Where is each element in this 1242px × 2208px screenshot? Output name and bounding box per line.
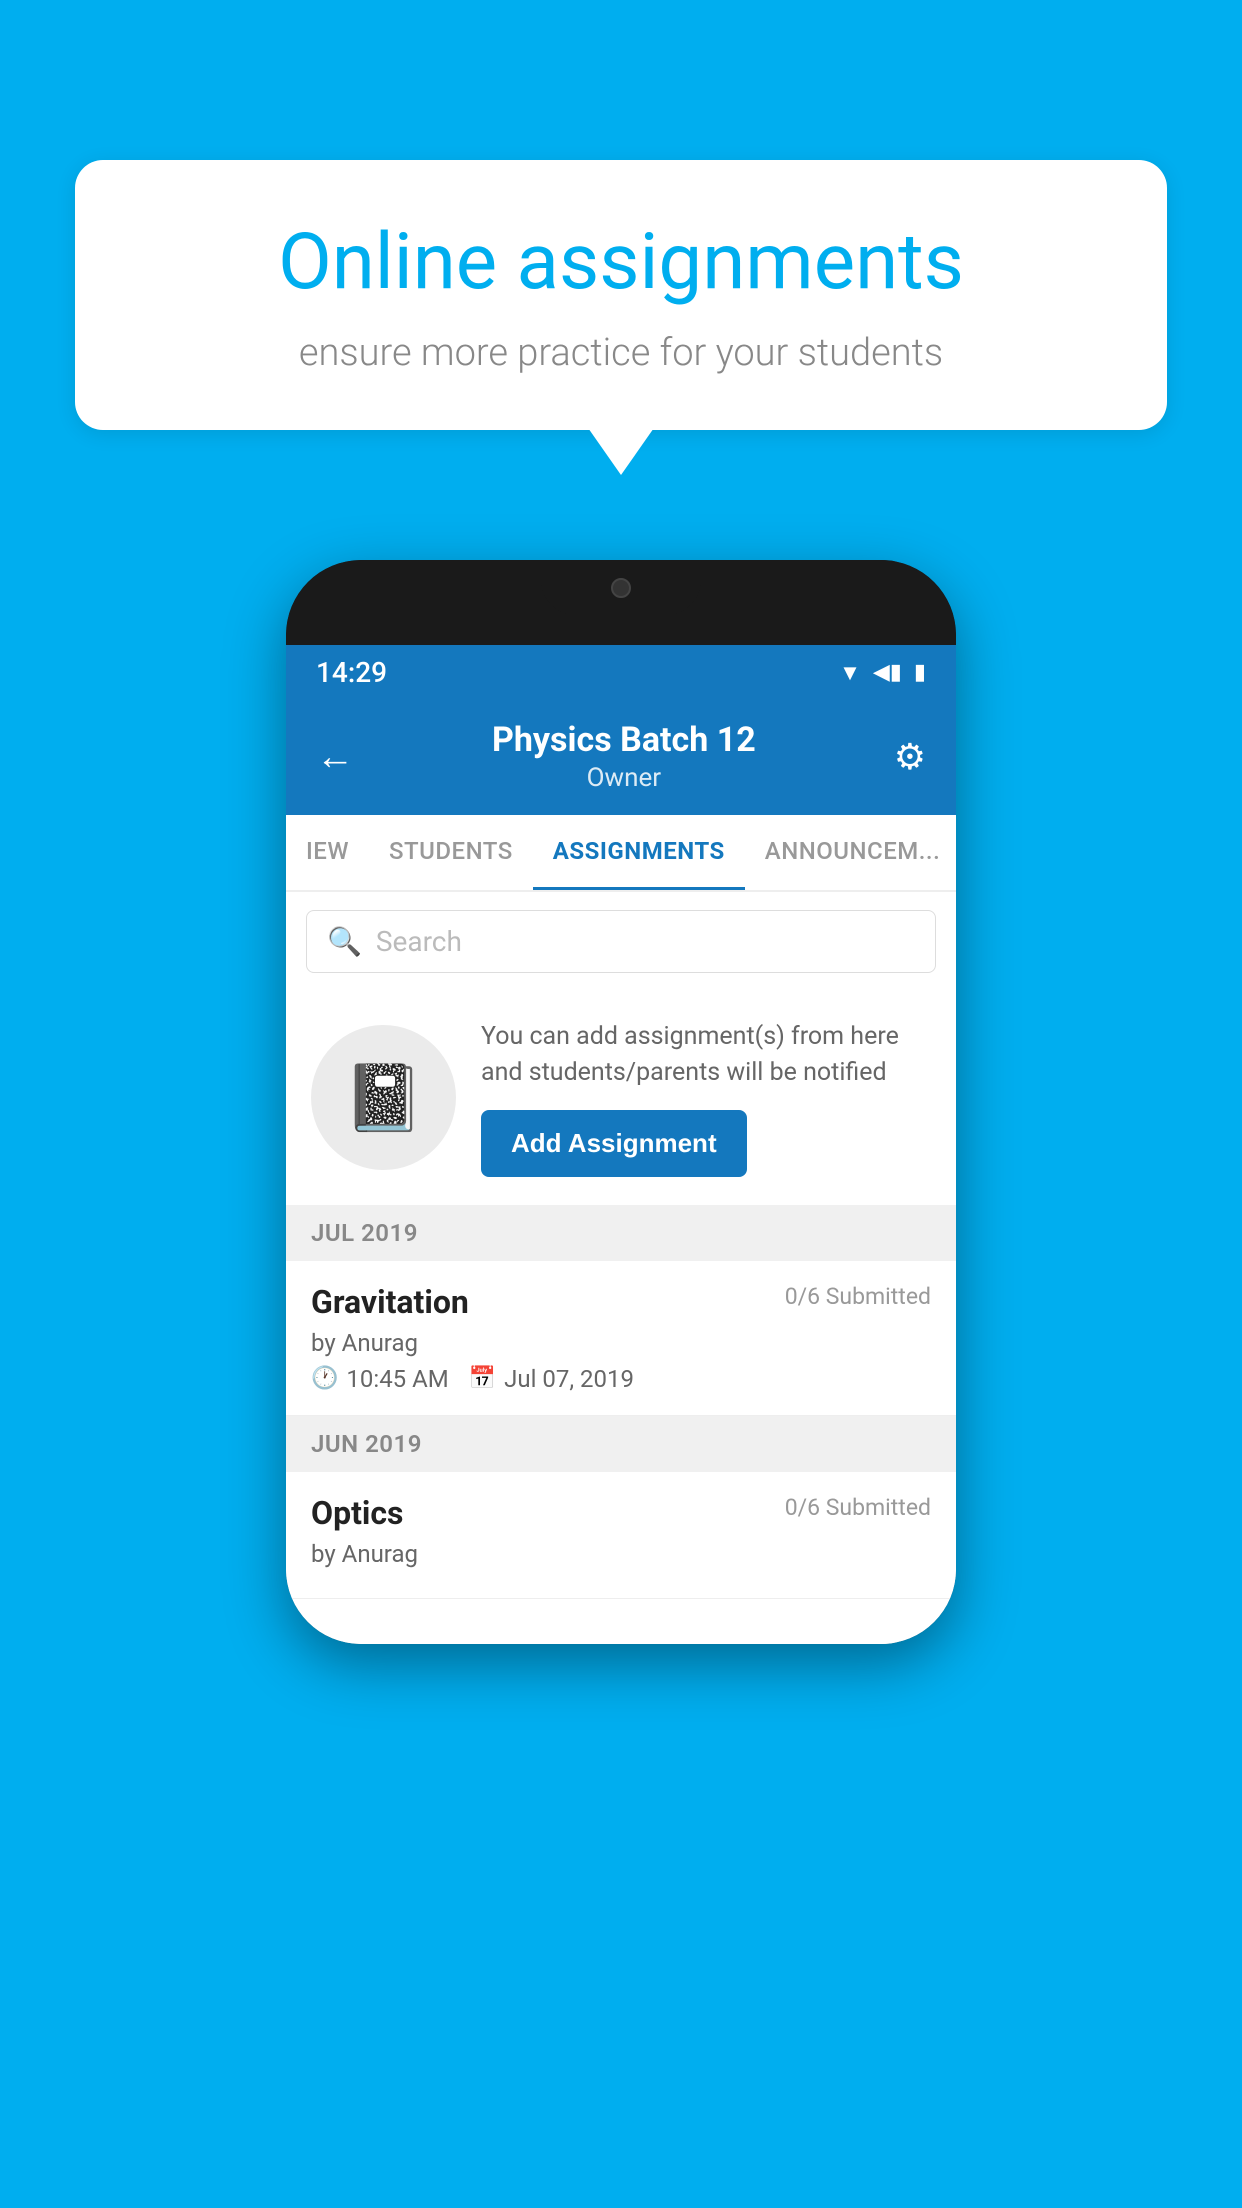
phone-notch <box>541 560 701 615</box>
assignment-gravitation[interactable]: Gravitation 0/6 Submitted by Anurag 🕐 10… <box>286 1261 956 1416</box>
assignment-optics-name: Optics <box>311 1494 403 1532</box>
notebook-icon: 📓 <box>343 1060 424 1136</box>
phone-bottom-bar <box>286 1599 956 1644</box>
assignment-gravitation-name: Gravitation <box>311 1283 469 1321</box>
batch-title: Physics Batch 12 <box>492 720 756 760</box>
speech-bubble: Online assignments ensure more practice … <box>75 160 1167 430</box>
batch-subtitle: Owner <box>492 763 756 793</box>
camera-dot <box>611 578 631 598</box>
section-header-jul: JUL 2019 <box>286 1205 956 1261</box>
assignment-gravitation-time-label: 10:45 AM <box>346 1365 448 1393</box>
phone-screen: ← Physics Batch 12 Owner ⚙ IEW STUDENTS … <box>286 700 956 1644</box>
calendar-icon: 📅 <box>469 1366 496 1391</box>
status-icons: ▼ ◀▮ ▮ <box>839 660 926 686</box>
header-title-group: Physics Batch 12 Owner <box>492 720 756 793</box>
add-assignment-content: You can add assignment(s) from here and … <box>481 1019 931 1177</box>
wifi-icon: ▼ <box>839 660 861 686</box>
app-header: ← Physics Batch 12 Owner ⚙ <box>286 700 956 815</box>
promo-subtitle: ensure more practice for your students <box>145 331 1097 375</box>
add-assignment-section: 📓 You can add assignment(s) from here an… <box>286 991 956 1205</box>
assignment-gravitation-top-row: Gravitation 0/6 Submitted <box>311 1283 931 1321</box>
assignment-optics[interactable]: Optics 0/6 Submitted by Anurag <box>286 1472 956 1599</box>
assignment-gravitation-time: 🕐 10:45 AM <box>311 1365 449 1393</box>
assignment-gravitation-meta: 🕐 10:45 AM 📅 Jul 07, 2019 <box>311 1365 931 1393</box>
section-header-jun: JUN 2019 <box>286 1416 956 1472</box>
add-assignment-description: You can add assignment(s) from here and … <box>481 1019 931 1092</box>
search-icon: 🔍 <box>327 925 362 958</box>
search-placeholder: Search <box>376 925 462 958</box>
section-header-jul-label: JUL 2019 <box>311 1219 418 1247</box>
assignment-gravitation-by: by Anurag <box>311 1329 931 1357</box>
status-time: 14:29 <box>316 656 387 689</box>
phone-device: 14:29 ▼ ◀▮ ▮ ← Physics Batch 12 Owner ⚙ … <box>286 560 956 1644</box>
assignment-optics-top-row: Optics 0/6 Submitted <box>311 1494 931 1532</box>
phone-wrapper: 14:29 ▼ ◀▮ ▮ ← Physics Batch 12 Owner ⚙ … <box>80 560 1162 1644</box>
tab-iew[interactable]: IEW <box>286 815 369 890</box>
settings-icon[interactable]: ⚙ <box>894 736 926 778</box>
back-button[interactable]: ← <box>316 735 354 779</box>
section-header-jun-label: JUN 2019 <box>311 1430 422 1458</box>
tab-students[interactable]: STUDENTS <box>369 815 533 890</box>
assignment-optics-submitted: 0/6 Submitted <box>785 1494 931 1521</box>
search-input-container[interactable]: 🔍 Search <box>306 910 936 973</box>
assignment-gravitation-submitted: 0/6 Submitted <box>785 1283 931 1310</box>
promo-section: Online assignments ensure more practice … <box>75 160 1167 430</box>
assignment-icon-circle: 📓 <box>311 1025 456 1170</box>
status-bar: 14:29 ▼ ◀▮ ▮ <box>286 645 956 700</box>
assignment-gravitation-date-label: Jul 07, 2019 <box>504 1365 634 1393</box>
battery-icon: ▮ <box>914 660 926 685</box>
signal-icon: ◀▮ <box>873 660 902 685</box>
tab-assignments[interactable]: ASSIGNMENTS <box>533 815 745 890</box>
promo-title: Online assignments <box>145 220 1097 306</box>
add-assignment-button[interactable]: Add Assignment <box>481 1110 747 1177</box>
assignment-gravitation-date: 📅 Jul 07, 2019 <box>469 1365 634 1393</box>
tabs-bar: IEW STUDENTS ASSIGNMENTS ANNOUNCEM... <box>286 815 956 892</box>
tab-announcements[interactable]: ANNOUNCEM... <box>745 815 956 890</box>
phone-top-bar <box>286 560 956 645</box>
search-bar: 🔍 Search <box>286 892 956 991</box>
assignment-optics-by: by Anurag <box>311 1540 931 1568</box>
clock-icon: 🕐 <box>311 1366 338 1391</box>
